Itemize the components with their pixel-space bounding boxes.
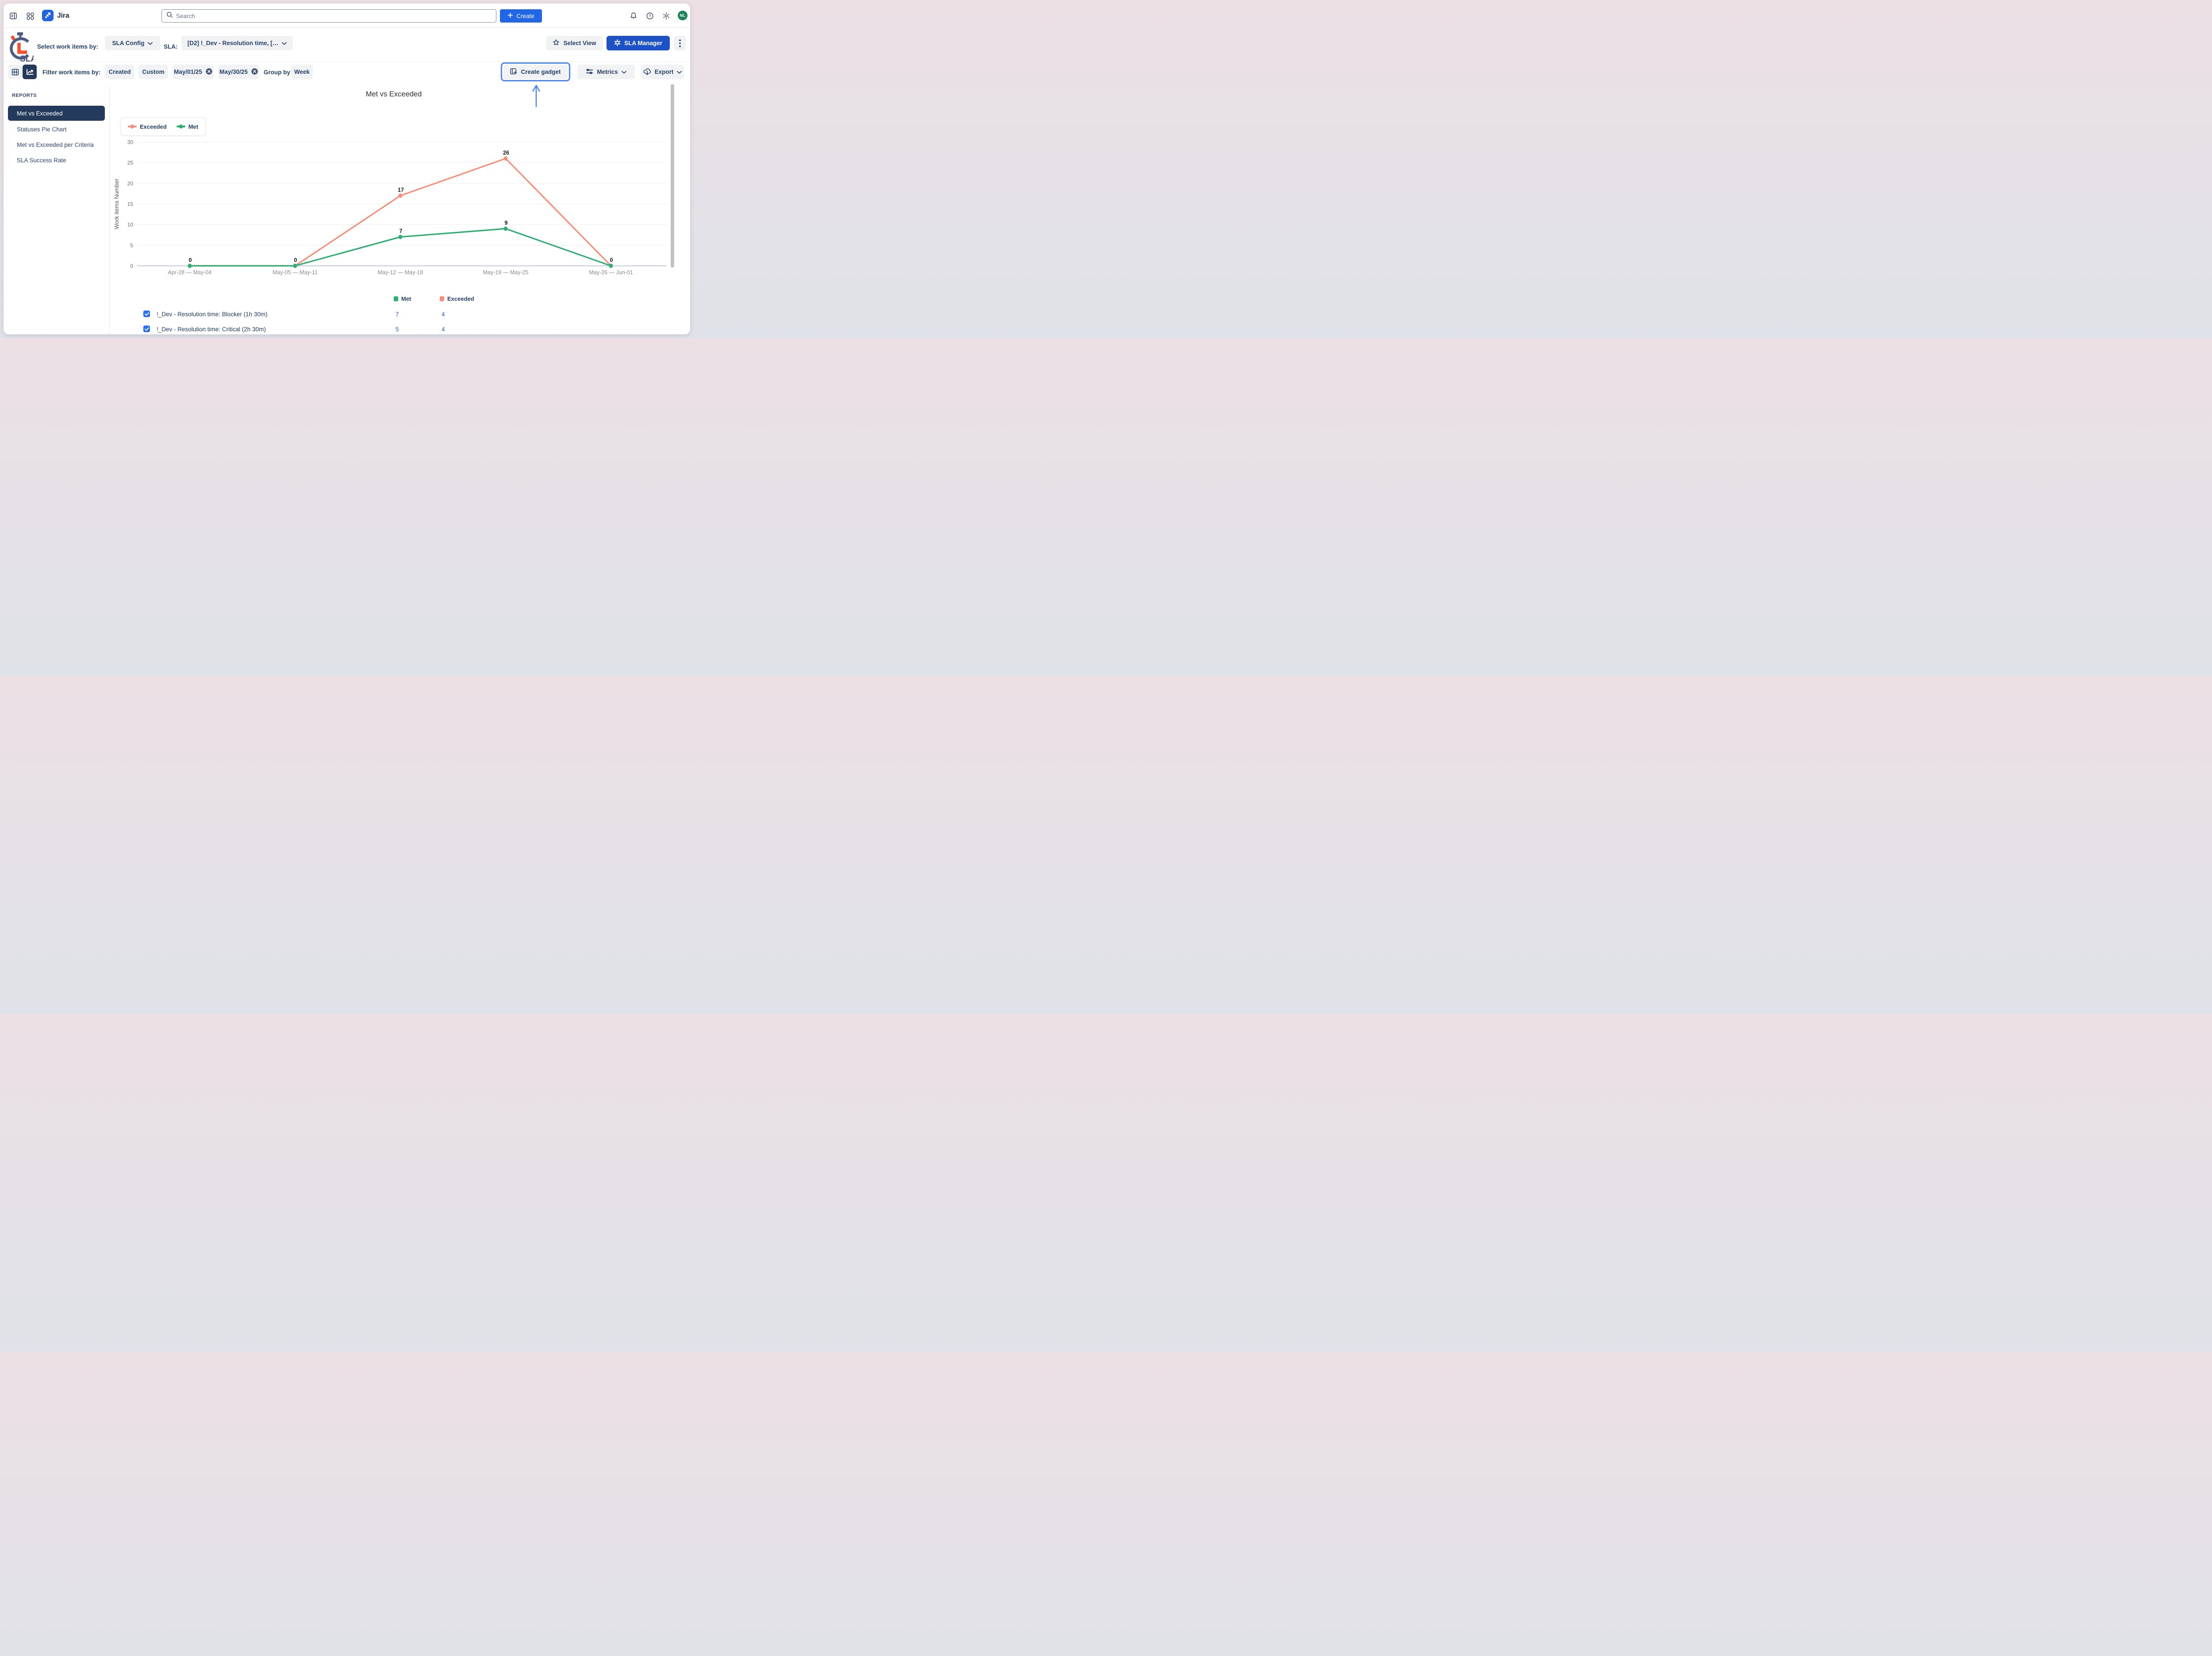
export-dropdown[interactable]: Export [641,65,684,79]
svg-text:SLA: SLA [20,54,34,64]
svg-text:10: 10 [127,222,134,228]
more-options-kebab-icon[interactable] [674,36,686,50]
help-icon[interactable]: ? [645,11,655,21]
chevron-down-icon [622,69,626,75]
svg-text:Work items Number: Work items Number [113,178,120,229]
row1-met-value[interactable]: 7 [396,311,399,318]
sla-select-dropdown[interactable]: [D2] !_Dev - Resolution time, [… [181,36,293,50]
app-switcher-icon[interactable] [25,11,35,21]
sidebar-item-sla-success-rate[interactable]: SLA Success Rate [8,154,108,166]
select-view-button[interactable]: Select View [546,36,603,50]
create-gadget-button[interactable]: Create gadget [503,65,568,79]
table-column-exceeded: Exceeded [440,295,474,302]
svg-text:0: 0 [610,257,613,263]
sla-manager-button[interactable]: SLA Manager [607,36,670,50]
row2-checkbox[interactable] [143,326,150,332]
svg-text:7: 7 [399,228,403,234]
search-input[interactable] [176,13,492,19]
svg-text:17: 17 [398,187,404,193]
notifications-bell-icon[interactable] [628,11,639,21]
create-button[interactable]: Create [500,9,542,23]
svg-text:0: 0 [130,263,133,269]
sla-config-dropdown[interactable]: SLA Config [105,36,160,50]
settings-gear-icon[interactable] [661,11,672,21]
svg-text:0: 0 [189,257,192,263]
table-view-toggle[interactable] [8,65,22,79]
cloud-download-icon [643,68,651,77]
chevron-down-icon [677,69,682,75]
group-by-label: Group by [264,69,290,76]
svg-text:26: 26 [503,150,509,156]
row2-criteria-label: !_Dev - Resolution time: Critical (2h 30… [157,326,266,333]
filter-created-button[interactable]: Created [105,65,134,79]
line-chart[interactable]: 0 5 10 15 20 25 30 Work items Number Apr-28 — Ma… [113,133,675,282]
app-window: Jira Create ? NL SLA Select wo [4,4,690,334]
remove-date-icon[interactable] [251,68,258,76]
remove-date-icon[interactable] [206,68,212,76]
sla-app-logo: SLA [8,31,34,64]
row2-met-value[interactable]: 5 [396,326,399,333]
svg-text:?: ? [649,14,651,18]
sidebar-divider [109,86,110,334]
gear-icon [614,39,621,47]
svg-text:5: 5 [130,242,133,249]
legend-item-met[interactable]: Met [177,123,198,130]
chart-title: Met vs Exceeded [113,90,675,99]
vertical-scrollbar[interactable] [671,84,674,268]
top-navigation-bar: Jira Create ? NL [4,4,690,28]
filter-work-items-label: Filter work items by: [42,69,100,76]
legend-item-exceeded[interactable]: Exceeded [128,123,167,130]
chevron-down-icon [148,40,153,46]
svg-text:May-19 — May-25: May-19 — May-25 [483,269,529,276]
sidebar-toggle-icon[interactable] [8,11,19,21]
date-to-chip[interactable]: May/30/25 [218,65,259,79]
reports-section-title: REPORTS [12,93,37,98]
svg-text:0: 0 [294,257,297,263]
select-work-items-label: Select work items by: [37,43,98,50]
plus-icon [507,12,513,19]
met-color-swatch-icon [394,296,398,301]
svg-text:May-12 — May-18: May-12 — May-18 [378,269,423,276]
exceeded-color-swatch-icon [440,296,444,301]
met-legend-marker-icon [177,126,185,127]
group-by-value-chip[interactable]: Week [291,65,313,79]
avatar[interactable]: NL [678,11,687,20]
filter-custom-button[interactable]: Custom [138,65,168,79]
gadget-icon [510,68,517,76]
row1-checkbox[interactable] [143,310,150,317]
sliders-icon [586,68,593,76]
sidebar-item-statuses-pie-chart[interactable]: Statuses Pie Chart [8,123,108,135]
row1-criteria-label: !_Dev - Resolution time: Blocker (1h 30m… [157,311,268,318]
svg-text:20: 20 [127,180,134,187]
chart-view-toggle[interactable] [23,65,37,79]
search-icon [166,12,173,20]
metrics-dropdown[interactable]: Metrics [577,65,635,79]
svg-text:30: 30 [127,139,134,146]
row1-exceeded-value[interactable]: 4 [442,311,445,318]
create-gadget-highlight-box: Create gadget [501,62,570,81]
svg-text:May-05 — May-11: May-05 — May-11 [273,269,318,276]
sidebar-item-met-vs-exceeded[interactable]: Met vs Exceeded [8,106,105,121]
svg-text:25: 25 [127,160,134,166]
sidebar-item-met-vs-exceeded-per-criteria[interactable]: Met vs Exceeded per Criteria [8,138,108,151]
svg-text:May-26 — Jun-01: May-26 — Jun-01 [589,269,633,276]
search-input-container [161,9,496,23]
sla-label: SLA: [164,43,178,50]
product-name: Jira [57,12,69,20]
star-icon [553,39,560,47]
date-from-chip[interactable]: May/01/25 [173,65,214,79]
header-divider [4,61,690,62]
table-column-met: Met [394,295,411,302]
exceeded-legend-marker-icon [128,126,137,127]
svg-text:Apr-28 — May-04: Apr-28 — May-04 [168,269,212,276]
svg-text:9: 9 [505,220,508,226]
svg-text:15: 15 [127,201,134,207]
row2-exceeded-value[interactable]: 4 [442,326,445,333]
chevron-down-icon [282,40,287,46]
jira-logo-icon[interactable] [42,10,54,21]
